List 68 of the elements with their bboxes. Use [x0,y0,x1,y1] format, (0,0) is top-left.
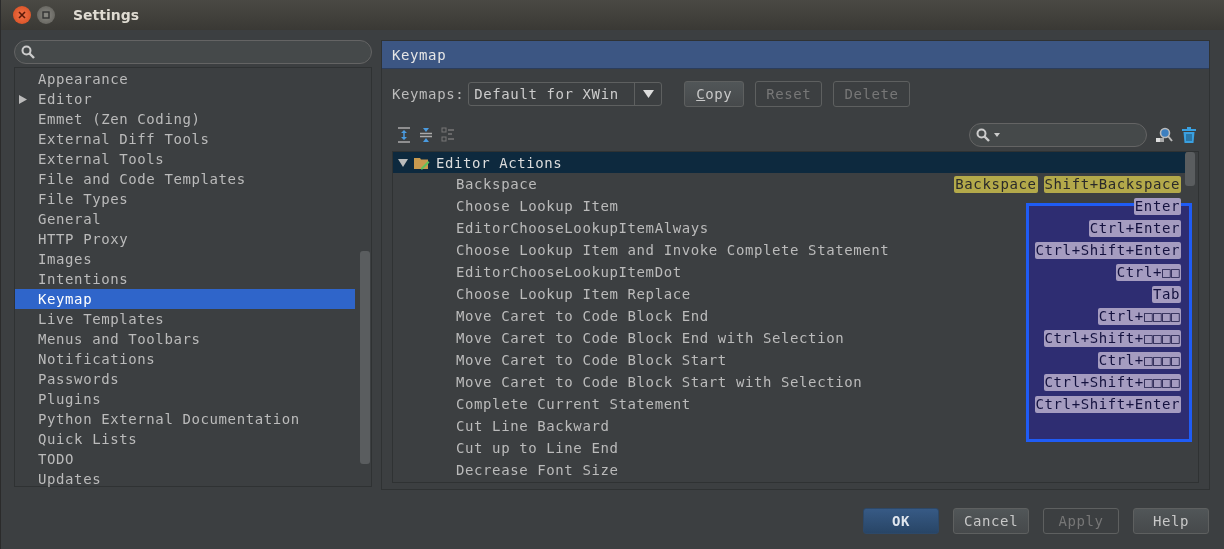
panel-title: Keymap [382,41,1209,69]
search-field[interactable] [14,40,372,64]
action-name[interactable]: EditorChooseLookupItemAlways [456,220,709,236]
action-name[interactable]: Choose Lookup Item Replace [456,286,691,302]
dropdown-arrow-icon[interactable] [994,133,1000,137]
sidebar-item[interactable]: General [15,209,355,229]
sidebar-item[interactable]: Emmet (Zen Coding) [15,109,355,129]
action-name[interactable]: Choose Lookup Item [456,198,619,214]
shortcut-badge: Backspace [954,175,1038,193]
search-icon [976,128,990,142]
group-label: Editor Actions [436,154,563,171]
sidebar-item[interactable]: Images [15,249,355,269]
sidebar-item[interactable]: HTTP Proxy [15,229,355,249]
expand-all-icon[interactable] [397,127,411,143]
action-name[interactable]: Complete Current Statement [456,396,691,412]
shortcut-search-field[interactable] [969,123,1147,147]
action-name[interactable]: Move Caret to Code Block Start [456,352,727,368]
sidebar-item[interactable]: Notifications [15,349,355,369]
action-name[interactable]: EditorChooseLookupItemDot [456,264,682,280]
keymaps-label: Keymaps: [392,86,465,102]
dialog-button[interactable]: Help [1133,507,1209,534]
keymap-action-button[interactable]: Copy [684,81,745,107]
sidebar-item[interactable]: Intentions [15,269,355,289]
expand-arrow-icon[interactable] [19,94,27,104]
checklist-icon[interactable] [441,127,455,143]
sidebar-item[interactable]: File Types [15,189,355,209]
dialog-button[interactable]: Cancel [953,507,1029,534]
action-name[interactable]: Decrease Font Size [456,462,619,478]
action-name[interactable]: Move Caret to Code Block End [456,308,709,324]
action-name[interactable]: Backspace [456,176,538,192]
action-name[interactable]: Cut up to Line End [456,440,619,456]
sidebar-item[interactable]: Quick Lists [15,429,355,449]
sidebar-item[interactable]: Keymap [15,289,355,309]
action-name[interactable]: Move Caret to Code Block End with Selection [456,330,845,346]
collapse-arrow-icon[interactable] [398,158,408,167]
sidebar-item[interactable]: Python External Documentation [15,409,355,429]
action-name[interactable]: Choose Lookup Item and Invoke Complete Statement [456,242,890,258]
shortcut-badge: Enter [1133,197,1181,215]
scrollbar-thumb[interactable] [1185,152,1195,186]
shortcut-badge: Shift+Backspace [1043,175,1181,193]
sidebar-item[interactable]: File and Code Templates [15,169,355,189]
window-title: Settings [73,7,140,23]
action-name[interactable]: Cut Line Backward [456,418,610,434]
keymap-dropdown[interactable]: Default for XWin [468,82,663,106]
sidebar-item[interactable]: Editor [15,89,355,109]
sidebar-item[interactable]: TODO [15,449,355,469]
sidebar-item[interactable]: Updates [15,469,355,489]
search-icon [21,45,35,59]
scrollbar-thumb[interactable] [360,251,370,464]
maximize-icon [42,11,50,19]
sidebar-item[interactable]: Appearance [15,69,355,89]
trash-icon[interactable] [1181,126,1197,144]
close-icon [18,11,26,19]
find-shortcut-icon[interactable] [1155,126,1173,144]
close-button[interactable] [13,6,31,24]
folder-icon [414,155,430,170]
sidebar-item[interactable]: External Tools [15,149,355,169]
sidebar-item[interactable]: Menus and Toolbars [15,329,355,349]
dropdown-arrow-icon [642,90,654,98]
sidebar-item[interactable]: Passwords [15,369,355,389]
sidebar-item[interactable]: Live Templates [15,309,355,329]
dialog-button[interactable]: OK [863,507,939,534]
collapse-all-icon[interactable] [419,127,433,143]
maximize-button[interactable] [37,6,55,24]
sidebar-item[interactable]: External Diff Tools [15,129,355,149]
action-name[interactable]: Move Caret to Code Block Start with Selection [456,374,863,390]
group-row[interactable]: Editor Actions [393,152,1186,173]
sidebar-item[interactable]: Plugins [15,389,355,409]
